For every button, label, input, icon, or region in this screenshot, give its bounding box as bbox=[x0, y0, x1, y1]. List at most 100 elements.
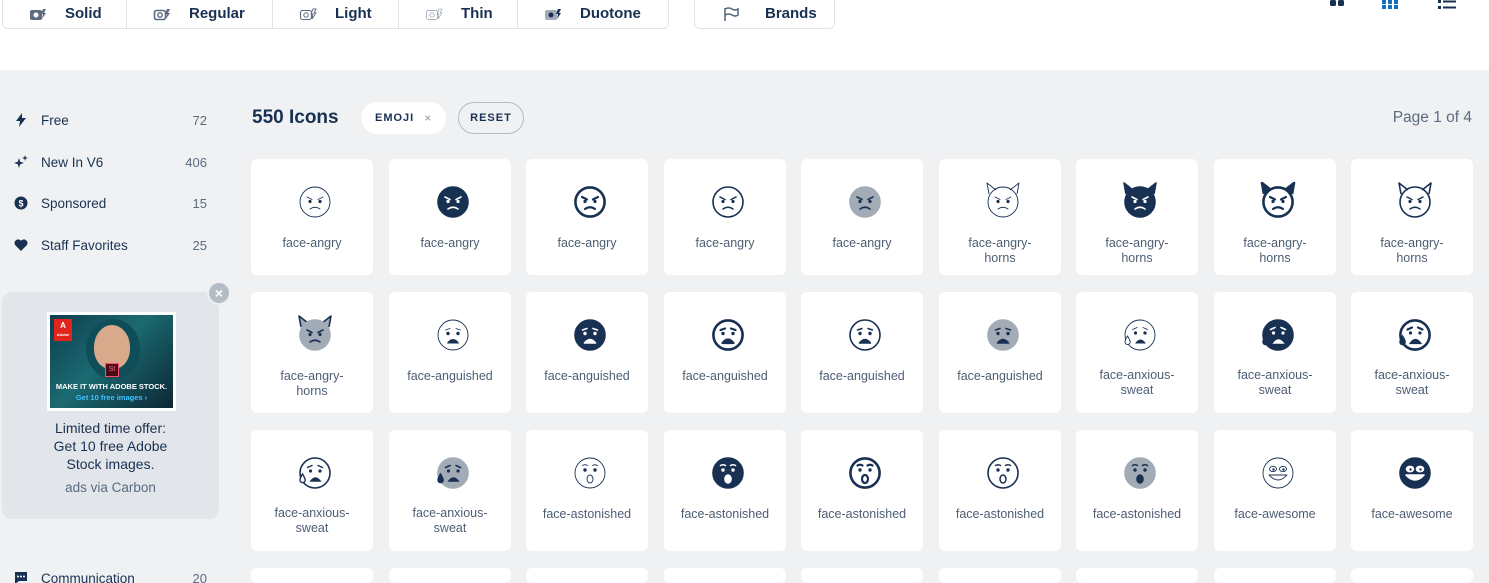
icon-card[interactable]: face-astonished bbox=[1076, 430, 1198, 551]
sidebar-item-label: Staff Favorites bbox=[41, 237, 128, 253]
tab-duotone-label: Duotone bbox=[580, 5, 641, 22]
sidebar-item-count: 72 bbox=[192, 112, 207, 128]
icon-card[interactable] bbox=[939, 568, 1061, 583]
camera-thin-icon bbox=[426, 8, 443, 20]
tab-duotone[interactable]: Duotone bbox=[518, 0, 668, 28]
icon-card[interactable]: face-anxious- sweat bbox=[1214, 292, 1336, 413]
icon-card-label: face-angry-horns bbox=[280, 369, 344, 398]
icon-card[interactable]: face-awesome bbox=[1214, 430, 1336, 551]
icon-card[interactable]: face-angry-horns bbox=[1214, 159, 1336, 275]
tab-brands[interactable]: Brands bbox=[694, 0, 835, 29]
bolt-icon bbox=[16, 113, 26, 127]
icon-card[interactable]: face-angry-horns bbox=[251, 292, 373, 413]
tab-solid[interactable]: Solid bbox=[3, 0, 127, 28]
icon-card[interactable]: face-anxious- sweat bbox=[1351, 292, 1473, 413]
icon-card[interactable]: face-angry bbox=[664, 159, 786, 275]
close-ad-button[interactable]: × bbox=[207, 281, 231, 305]
icon-card[interactable]: face-anguished bbox=[526, 292, 648, 413]
icon-card[interactable]: face-anxious- sweat bbox=[389, 430, 511, 551]
tab-light[interactable]: Light bbox=[273, 0, 399, 28]
remove-filter-icon[interactable]: × bbox=[424, 111, 432, 125]
icon-card-label: face-astonished bbox=[680, 507, 770, 521]
icon-card-label: face-angry bbox=[282, 236, 342, 250]
icon-card[interactable]: face-angry-horns bbox=[1351, 159, 1473, 275]
icon-card[interactable]: face-angry bbox=[251, 159, 373, 275]
icon-card[interactable] bbox=[664, 568, 786, 583]
icon-card-label: face-anxious- sweat bbox=[1374, 368, 1450, 397]
carbon-ad[interactable]: A Adobe St MAKE IT WITH ADOBE STOCK. Get … bbox=[2, 292, 219, 519]
small-grid-icon[interactable] bbox=[1381, 0, 1401, 10]
face-astonished-icon bbox=[1124, 457, 1156, 489]
face-anxious-sweat-icon bbox=[299, 457, 331, 489]
icon-card[interactable]: face-anxious- sweat bbox=[251, 430, 373, 551]
icon-card[interactable]: face-anguished bbox=[939, 292, 1061, 413]
filter-chip-emoji[interactable]: EMOJI × bbox=[361, 102, 446, 134]
icon-card[interactable]: face-angry bbox=[389, 159, 511, 275]
icon-card[interactable] bbox=[801, 568, 923, 583]
icon-card[interactable] bbox=[1351, 568, 1473, 583]
icon-card-label: face-angry bbox=[420, 236, 480, 250]
icon-card[interactable]: face-astonished bbox=[801, 430, 923, 551]
face-anguished-icon bbox=[987, 319, 1019, 351]
comment-dots-icon bbox=[15, 572, 27, 583]
ad-text[interactable]: Limited time offer: Get 10 free Adobe St… bbox=[2, 419, 219, 473]
icon-card[interactable]: face-angry-horns bbox=[939, 159, 1061, 275]
face-awesome-icon bbox=[1399, 457, 1431, 489]
face-angry-horns-icon bbox=[1260, 181, 1296, 218]
face-angry-horns-icon bbox=[298, 315, 332, 351]
sidebar-item-new-in-v6[interactable]: New In V6 406 bbox=[14, 151, 207, 173]
icon-card[interactable]: face-anguished bbox=[389, 292, 511, 413]
ad-cta: Get 10 free images › bbox=[75, 393, 148, 402]
icon-card[interactable]: face-anxious- sweat bbox=[1076, 292, 1198, 413]
face-anxious-sweat-icon bbox=[1262, 319, 1294, 351]
ad-tagline: MAKE IT WITH ADOBE STOCK. bbox=[55, 382, 168, 391]
icon-card[interactable]: face-astonished bbox=[664, 430, 786, 551]
sidebar-item-sponsored[interactable]: $ Sponsored 15 bbox=[14, 192, 207, 214]
icon-card-label: face-angry bbox=[557, 236, 617, 250]
face-astonished-icon bbox=[712, 457, 744, 489]
list-view-icon[interactable] bbox=[1437, 0, 1457, 10]
icon-card[interactable]: face-angry-horns bbox=[1076, 159, 1198, 275]
icon-card-label: face-angry bbox=[695, 236, 755, 250]
icon-card[interactable] bbox=[1076, 568, 1198, 583]
reset-button[interactable]: RESET bbox=[458, 102, 524, 134]
ad-image[interactable]: A Adobe St MAKE IT WITH ADOBE STOCK. Get … bbox=[47, 312, 176, 411]
face-angry-icon bbox=[299, 186, 331, 218]
sidebar-item-count: 25 bbox=[192, 237, 207, 253]
icon-card[interactable]: face-awesome bbox=[1351, 430, 1473, 551]
icon-card[interactable]: face-angry bbox=[801, 159, 923, 275]
tab-regular[interactable]: Regular bbox=[127, 0, 273, 28]
face-anguished-icon bbox=[574, 319, 606, 351]
close-icon: × bbox=[214, 285, 224, 301]
icon-card[interactable] bbox=[251, 568, 373, 583]
icon-card-label: face-anguished bbox=[819, 369, 905, 383]
tab-thin-label: Thin bbox=[461, 5, 493, 22]
icon-card-label: face-anguished bbox=[544, 369, 630, 383]
face-anguished-icon bbox=[712, 319, 744, 351]
icon-card[interactable]: face-astonished bbox=[526, 430, 648, 551]
icon-card[interactable]: face-anguished bbox=[664, 292, 786, 413]
icon-card-label: face-angry-horns bbox=[968, 236, 1032, 265]
icon-card[interactable]: face-astonished bbox=[939, 430, 1061, 551]
face-astonished-icon bbox=[987, 457, 1019, 489]
sidebar-item-label: Sponsored bbox=[41, 195, 107, 211]
large-grid-icon[interactable] bbox=[1328, 0, 1348, 10]
tab-thin[interactable]: Thin bbox=[399, 0, 518, 28]
tab-regular-label: Regular bbox=[189, 5, 245, 22]
sidebar-item-free[interactable]: Free 72 bbox=[14, 109, 207, 131]
face-anguished-icon bbox=[849, 319, 881, 351]
icon-card[interactable] bbox=[1214, 568, 1336, 583]
tab-solid-label: Solid bbox=[65, 5, 102, 22]
sidebar-item-communication[interactable]: Communication 20 bbox=[14, 567, 207, 583]
ad-via[interactable]: ads via Carbon bbox=[2, 480, 219, 495]
icon-card[interactable]: face-anguished bbox=[801, 292, 923, 413]
icon-card-label: face-anxious- sweat bbox=[274, 506, 350, 535]
sidebar-item-count: 15 bbox=[192, 195, 207, 211]
sidebar-item-staff-favorites[interactable]: Staff Favorites 25 bbox=[14, 234, 207, 256]
icon-card[interactable]: face-angry bbox=[526, 159, 648, 275]
svg-text:$: $ bbox=[18, 199, 23, 209]
icon-card-label: face-angry-horns bbox=[1105, 236, 1169, 265]
icon-card[interactable] bbox=[526, 568, 648, 583]
sidebar-item-label: New In V6 bbox=[41, 154, 104, 170]
icon-card[interactable] bbox=[389, 568, 511, 583]
